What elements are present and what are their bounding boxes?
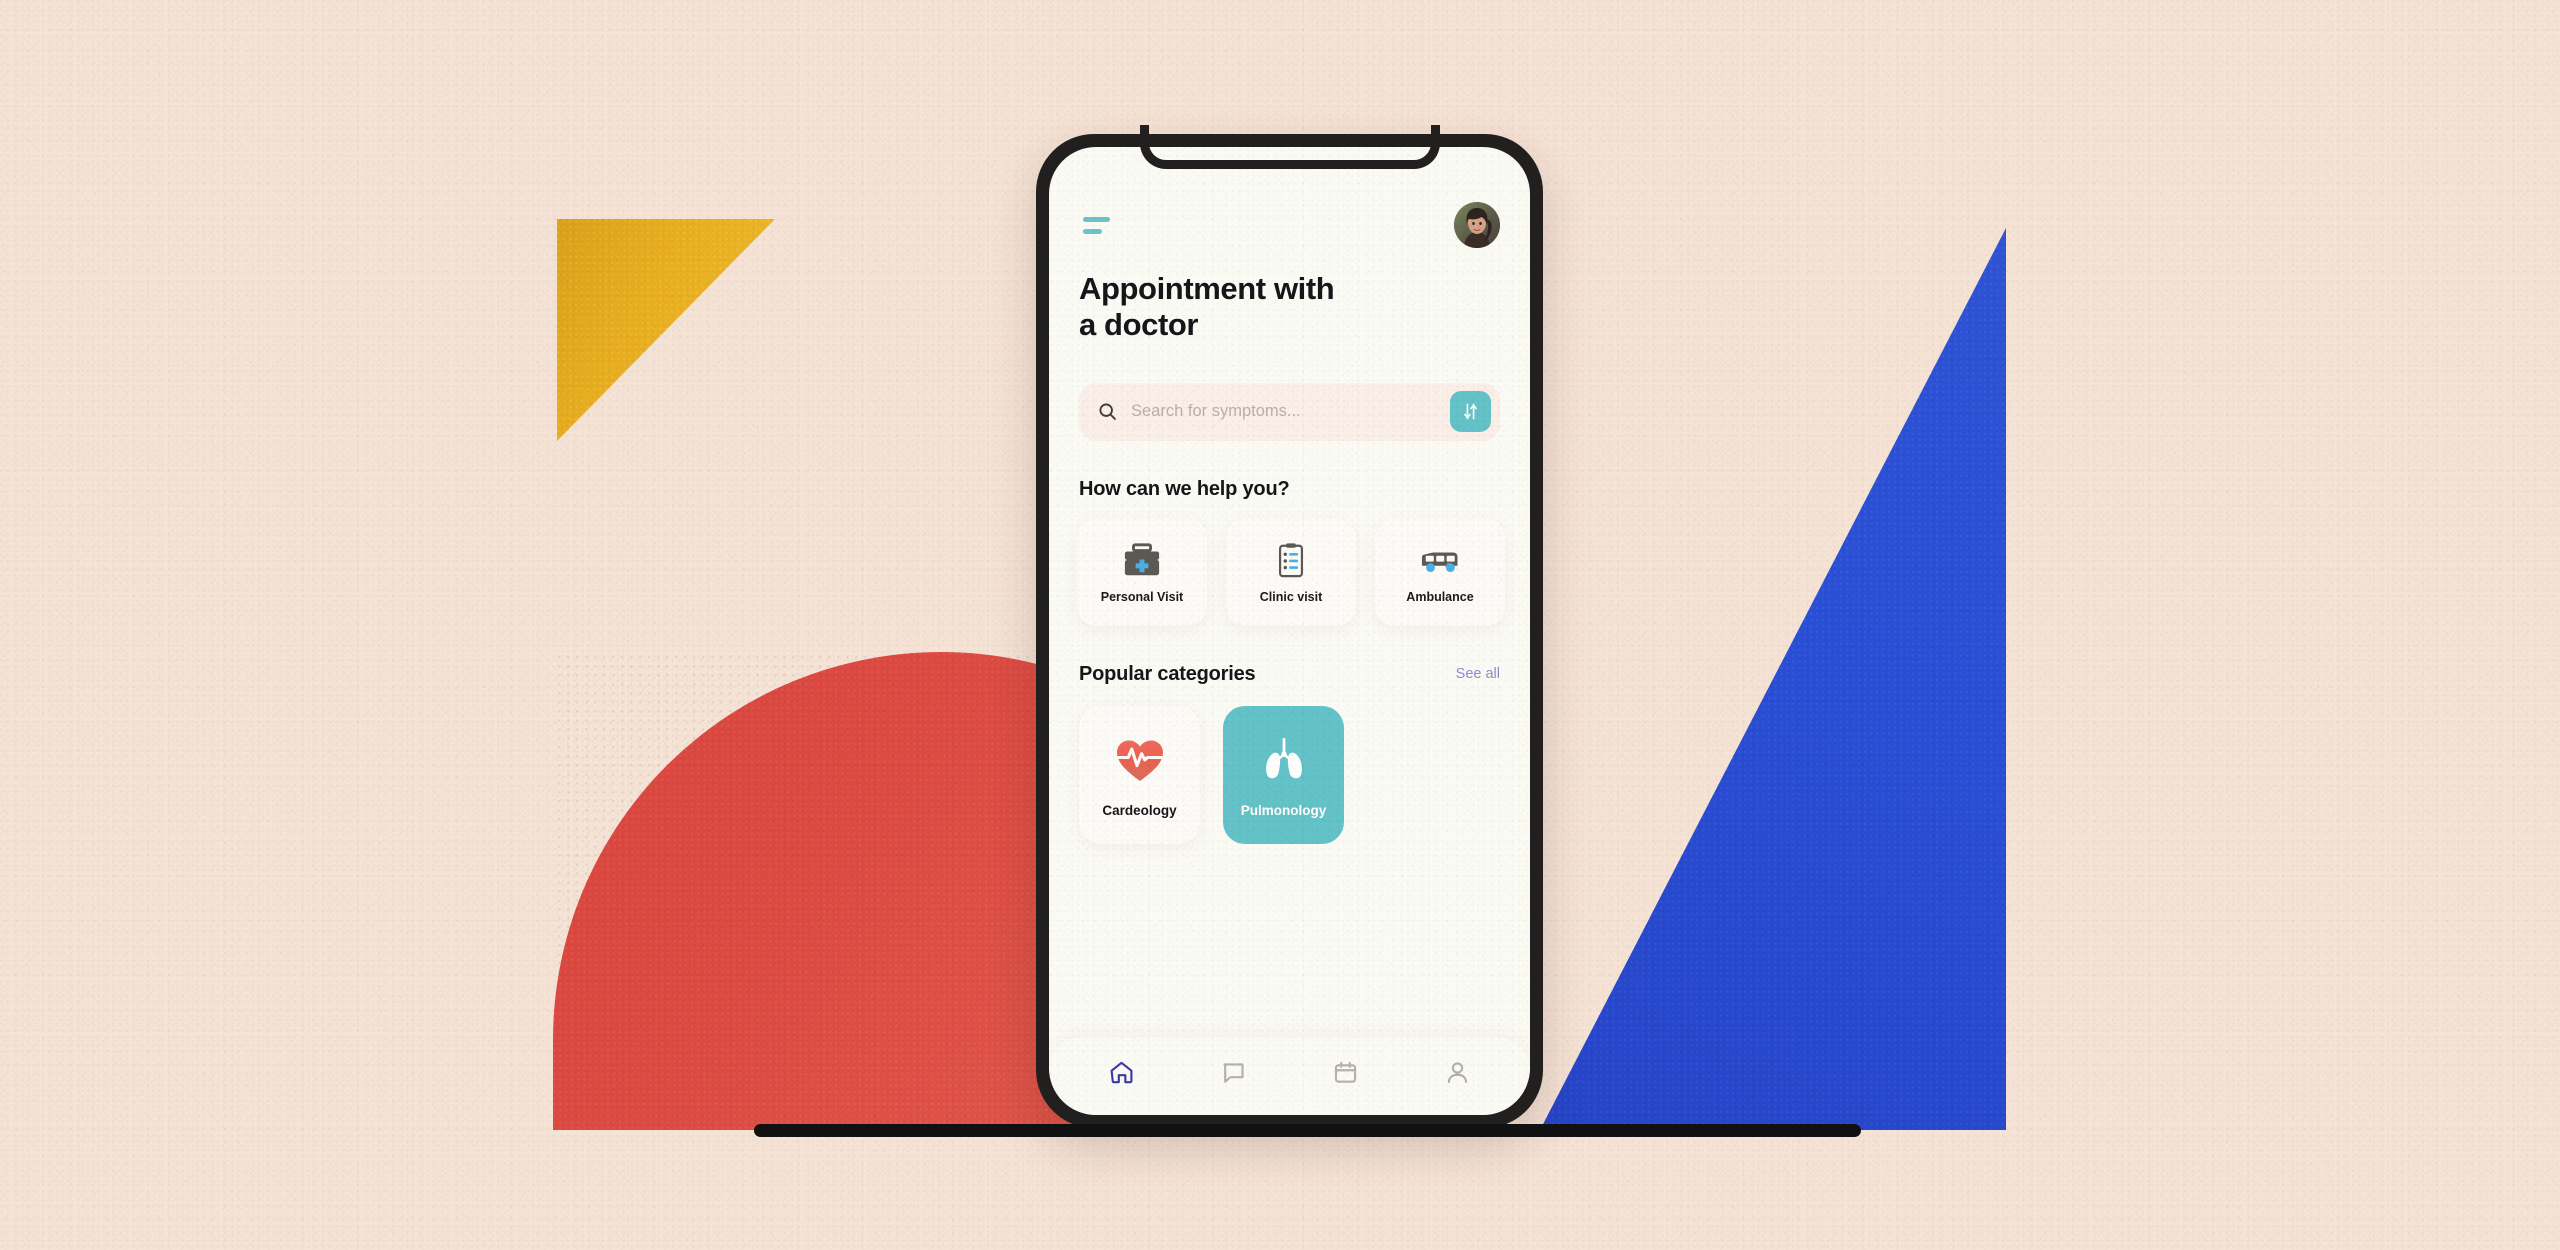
- app-container: Appointment with a doctor Search for sym…: [1049, 147, 1530, 1115]
- categories-section-header: Popular categories See all: [1079, 663, 1500, 686]
- service-card-clinic-visit[interactable]: Clinic visit: [1226, 518, 1356, 626]
- service-card-ambulance[interactable]: Ambulance: [1375, 518, 1505, 626]
- search-input[interactable]: [1131, 402, 1437, 422]
- nav-item-chat[interactable]: [1213, 1052, 1253, 1092]
- ground-bar-shape: [754, 1124, 1861, 1137]
- phone-screen: Appointment with a doctor Search for sym…: [1049, 147, 1530, 1115]
- search-bar[interactable]: [1079, 382, 1500, 441]
- bottom-navigation-bar: [1049, 1037, 1530, 1115]
- search-icon: [1097, 401, 1118, 422]
- nav-item-profile[interactable]: [1438, 1052, 1478, 1092]
- service-card-row: Personal Visit Clinic visit Ambulance: [1077, 518, 1505, 626]
- page-title-line-2: a doctor: [1079, 306, 1199, 342]
- service-card-personal-visit[interactable]: Personal Visit: [1077, 518, 1207, 626]
- category-card-pulmonology[interactable]: Pulmonology: [1223, 705, 1344, 844]
- page-title: Appointment with a doctor: [1079, 271, 1500, 343]
- page-title-line-1: Appointment with: [1079, 271, 1335, 306]
- menu-line-bottom: [1083, 228, 1102, 234]
- help-section-header: How can we help you?: [1079, 478, 1500, 501]
- lungs-icon: [1256, 731, 1312, 787]
- service-label: Personal Visit: [1100, 589, 1184, 604]
- hamburger-menu-icon[interactable]: [1079, 211, 1114, 240]
- phone-mockup: Appointment with a doctor Search for sym…: [1036, 125, 1543, 1128]
- see-all-link[interactable]: See all: [1456, 666, 1500, 682]
- clipboard-checklist-icon: [1270, 541, 1312, 579]
- nav-item-calendar[interactable]: [1326, 1052, 1366, 1092]
- poster-canvas: Appointment with a doctor Search for sym…: [0, 0, 2560, 1250]
- menu-line-top: [1083, 216, 1110, 222]
- service-label: Ambulance: [1406, 589, 1474, 604]
- app-topbar: [1079, 147, 1500, 248]
- blue-triangle-shape: [1540, 228, 2006, 1130]
- nav-item-home[interactable]: [1101, 1052, 1141, 1092]
- service-label: Clinic visit: [1259, 589, 1323, 604]
- category-label: Pulmonology: [1240, 803, 1327, 819]
- category-card-cardeology[interactable]: Cardeology: [1079, 705, 1200, 844]
- heart-pulse-icon: [1112, 731, 1168, 787]
- yellow-triangle-shape: [557, 219, 775, 441]
- avatar[interactable]: [1454, 202, 1500, 248]
- medical-kit-icon: [1121, 541, 1163, 579]
- ambulance-van-icon: [1419, 541, 1461, 579]
- category-card-row: Cardeology Pulmonology: [1079, 705, 1500, 844]
- categories-section-title: Popular categories: [1079, 662, 1256, 685]
- category-label: Cardeology: [1102, 803, 1177, 819]
- help-section-title: How can we help you?: [1079, 477, 1290, 500]
- sliders-filter-button[interactable]: [1450, 391, 1491, 433]
